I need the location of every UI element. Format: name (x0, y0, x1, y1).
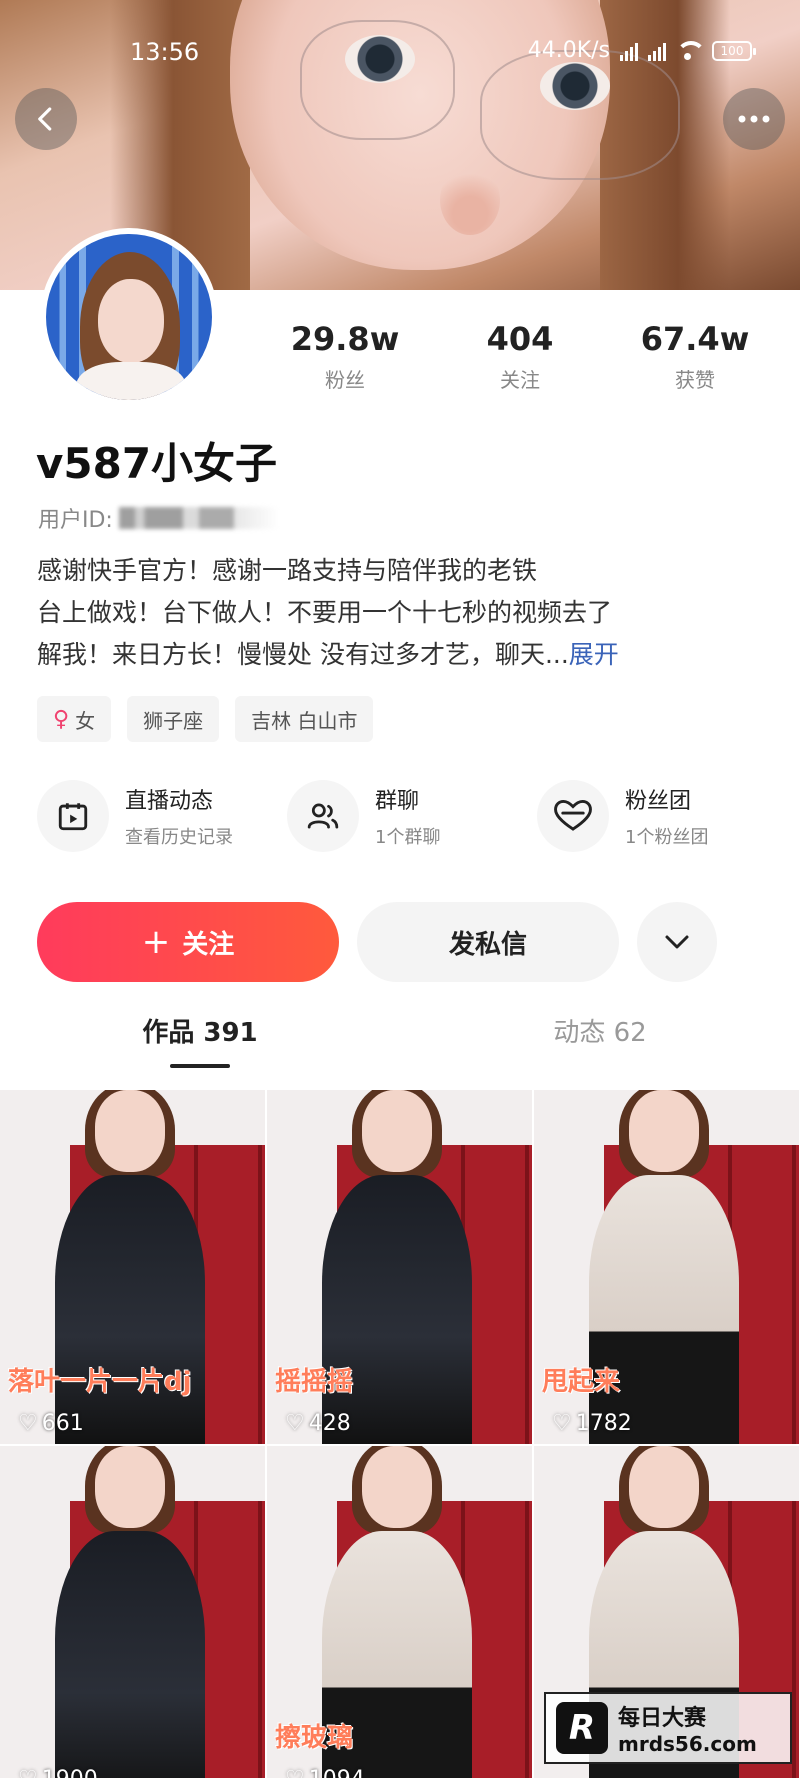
avatar[interactable] (40, 228, 218, 406)
heart-outline-icon: ♡ (18, 1767, 38, 1778)
more-button[interactable] (723, 88, 785, 150)
video-thumbnail[interactable]: 擦玻璃 ♡ 1094 (267, 1446, 532, 1778)
tag-gender: ♀ 女 (37, 696, 112, 742)
profile-tags: ♀ 女 狮子座 吉林 白山市 (37, 696, 374, 742)
tab-label: 作品 391 (142, 1018, 258, 1048)
bio-line: 台上做戏！台下做人！不要用一个十七秒的视频去了 (37, 598, 613, 627)
watermark-title: 每日大赛 (618, 1706, 707, 1731)
status-bar: 13:56 44.0K/s 100 (0, 38, 800, 74)
user-id-redacted (118, 507, 279, 529)
battery-icon: 100 (712, 40, 756, 61)
chevron-down-icon (665, 935, 689, 949)
heart-outline-icon: ♡ (552, 1411, 572, 1436)
watermark-logo: R (556, 1702, 608, 1754)
tag-label: 狮子座 (143, 708, 204, 733)
feature-title: 粉丝团 (625, 789, 692, 814)
video-likes: ♡ 1782 (552, 1411, 632, 1436)
video-likes: ♡ 1900 (18, 1767, 98, 1778)
likes-count: 1094 (309, 1767, 365, 1778)
watermark-url: mrds56.com (618, 1732, 757, 1756)
feature-title: 直播动态 (125, 789, 214, 814)
feature-subtitle: 查看历史记录 (125, 827, 233, 848)
feature-title: 群聊 (375, 789, 420, 814)
profile-card: 29.8w 粉丝 404 关注 67.4w 获赞 v587小女子 用户ID: 感… (0, 228, 800, 1778)
username: v587小女子 (36, 439, 278, 488)
feature-subtitle: 1个群聊 (375, 827, 441, 848)
heart-icon (537, 780, 609, 852)
likes-count: 661 (41, 1411, 84, 1436)
video-thumbnail[interactable]: 落叶一片一片dj ♡ 661 (0, 1090, 265, 1444)
content-tabs: 作品 391 动态 62 (0, 1012, 800, 1068)
heart-outline-icon: ♡ (285, 1411, 305, 1436)
chevron-left-icon (38, 107, 52, 131)
wifi-icon (676, 40, 706, 61)
bio-line: 解我！来日方长！慢慢处 没有过多才艺，聊天... (37, 640, 569, 669)
active-tab-indicator (170, 1064, 230, 1068)
video-caption: 擦玻璃 (275, 1723, 354, 1753)
video-thumbnail[interactable]: ♡ 1900 (0, 1446, 265, 1778)
tag-label: 女 (75, 708, 96, 733)
video-likes: ♡ 661 (18, 1411, 84, 1436)
follow-label: 关注 (182, 929, 235, 960)
feature-live-history[interactable]: 直播动态 查看历史记录 (37, 780, 277, 852)
stat-label: 粉丝 (325, 368, 365, 392)
female-icon: ♀ (53, 706, 70, 732)
site-watermark: R 每日大赛 mrds56.com (544, 1692, 792, 1764)
likes-count: 1782 (575, 1411, 632, 1436)
bio: 感谢快手官方！感谢一路支持与陪伴我的老铁 台上做戏！台下做人！不要用一个十七秒的… (37, 550, 767, 676)
heart-outline-icon: ♡ (18, 1411, 38, 1436)
network-speed: 44.0K/s (527, 38, 610, 63)
stat-likes[interactable]: 67.4w 获赞 (620, 320, 770, 393)
tab-label: 动态 62 (553, 1018, 647, 1048)
stat-value: 29.8w (290, 320, 400, 358)
stat-following[interactable]: 404 关注 (445, 320, 595, 393)
send-message-button[interactable]: 发私信 (357, 902, 619, 982)
tab-works[interactable]: 作品 391 (0, 1012, 400, 1068)
more-horizontal-icon (738, 115, 770, 123)
feature-row: 直播动态 查看历史记录 群聊 1个群聊 粉丝团 1个粉丝团 (37, 780, 777, 852)
user-id-label: 用户ID: (38, 508, 113, 533)
tab-moments[interactable]: 动态 62 (400, 1012, 800, 1068)
video-likes: ♡ 428 (285, 1411, 351, 1436)
status-time: 13:56 (130, 38, 200, 66)
video-grid: 落叶一片一片dj ♡661 摇摇摇 ♡428 甩起来 ♡1782 ♡1900 擦… (0, 1090, 800, 1778)
stat-label: 获赞 (675, 368, 715, 392)
action-bar: + 关注 发私信 (37, 902, 767, 982)
likes-count: 1900 (42, 1767, 98, 1778)
stat-value: 67.4w (640, 320, 750, 358)
signal-icon-2 (648, 41, 666, 61)
video-likes: ♡ 1094 (285, 1767, 365, 1778)
plus-icon: + (141, 922, 171, 962)
likes-count: 428 (308, 1411, 351, 1436)
user-id[interactable]: 用户ID: (38, 502, 279, 534)
calendar-play-icon (37, 780, 109, 852)
back-button[interactable] (15, 88, 77, 150)
signal-icon (620, 41, 638, 61)
video-caption: 摇摇摇 (275, 1367, 354, 1397)
video-thumbnail[interactable]: 甩起来 ♡ 1782 (534, 1090, 799, 1444)
tag-location: 吉林 白山市 (235, 696, 374, 742)
heart-outline-icon: ♡ (285, 1767, 305, 1778)
stat-value: 404 (486, 320, 554, 358)
group-icon (287, 780, 359, 852)
feature-subtitle: 1个粉丝团 (625, 827, 709, 848)
feature-group-chat[interactable]: 群聊 1个群聊 (287, 780, 527, 852)
tag-label: 吉林 白山市 (251, 708, 358, 733)
stat-followers[interactable]: 29.8w 粉丝 (270, 320, 420, 393)
more-actions-button[interactable] (637, 902, 717, 982)
follow-button[interactable]: + 关注 (37, 902, 339, 982)
profile-stats: 29.8w 粉丝 404 关注 67.4w 获赞 (270, 320, 770, 393)
stat-label: 关注 (500, 368, 540, 392)
video-thumbnail[interactable]: 摇摇摇 ♡ 428 (267, 1090, 532, 1444)
bio-line: 感谢快手官方！感谢一路支持与陪伴我的老铁 (37, 556, 538, 585)
bio-expand-link[interactable]: 展开 (569, 640, 619, 669)
feature-fan-club[interactable]: 粉丝团 1个粉丝团 (537, 780, 777, 852)
tag-zodiac: 狮子座 (127, 696, 220, 742)
video-caption: 甩起来 (542, 1367, 621, 1397)
video-caption: 落叶一片一片dj (8, 1367, 192, 1397)
